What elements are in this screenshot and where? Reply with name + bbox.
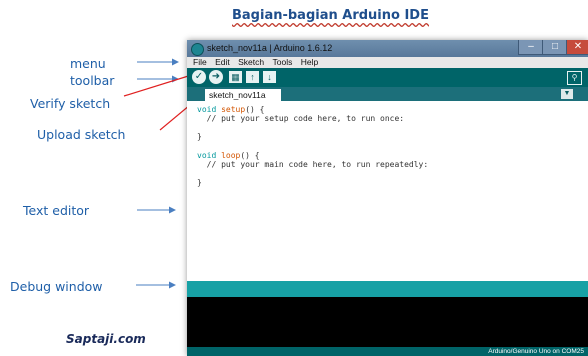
code-line: void setup() { [197,105,265,114]
tab-menu-chevron-down-icon[interactable]: ▼ [561,89,573,99]
arduino-app-icon [191,43,204,56]
callout-text-editor: Text editor [23,203,90,218]
code-line: } [197,132,202,141]
upload-icon[interactable]: ➜ [209,70,223,84]
callout-toolbar: toolbar [70,73,115,88]
code-line: // put your setup code here, to run once… [197,114,405,123]
menu-file[interactable]: File [193,57,207,67]
debug-console[interactable] [187,297,588,347]
menu-sketch[interactable]: Sketch [238,57,264,67]
tab-bar: sketch_nov11a ▼ [187,87,588,101]
footer-brand: Saptaji.com [66,332,146,346]
menu-bar: File Edit Sketch Tools Help [187,57,588,68]
code-line: void loop() { [197,151,260,160]
window-titlebar[interactable]: sketch_nov11a | Arduino 1.6.12 – □ ✕ [187,40,588,57]
callout-verify-sketch: Verify sketch [30,96,111,111]
verify-icon[interactable]: ✓ [192,70,206,84]
callout-debug-window: Debug window [10,279,103,294]
maximize-button[interactable]: □ [542,40,568,55]
arduino-ide-window: sketch_nov11a | Arduino 1.6.12 – □ ✕ Fil… [187,40,588,356]
minimize-button[interactable]: – [518,40,544,55]
serial-monitor-icon[interactable]: ⚲ [567,71,582,85]
callout-upload-sketch: Upload sketch [37,127,126,142]
menu-edit[interactable]: Edit [215,57,230,67]
page-title: Bagian-bagian Arduino IDE [232,8,429,23]
new-icon[interactable]: ▦ [229,71,242,83]
code-line: // put your main code here, to run repea… [197,160,429,169]
toolbar: ✓ ➜ ▦ ↑ ↓ ⚲ [187,68,588,87]
board-status-bar: Arduino/Genuino Uno on COM25 [187,347,588,356]
save-icon[interactable]: ↓ [263,71,276,83]
menu-tools[interactable]: Tools [272,57,292,67]
text-editor[interactable]: void setup() { // put your setup code he… [187,101,588,281]
window-title: sketch_nov11a | Arduino 1.6.12 [207,43,333,53]
code-line: } [197,178,202,187]
callout-menu: menu [70,56,106,71]
status-bar [187,281,588,297]
board-port-label: Arduino/Genuino Uno on COM25 [488,348,584,355]
menu-help[interactable]: Help [301,57,318,67]
tab-sketch[interactable]: sketch_nov11a [205,89,281,101]
open-icon[interactable]: ↑ [246,71,259,83]
close-button[interactable]: ✕ [566,40,588,55]
